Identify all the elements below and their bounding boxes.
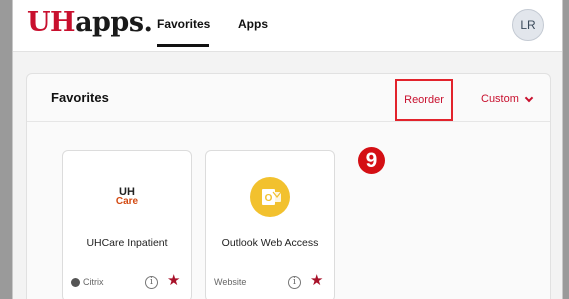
favorite-star-icon[interactable]: ★ — [167, 272, 180, 290]
app-tile-type: Website — [214, 277, 246, 287]
reorder-button-label: Reorder — [404, 94, 444, 106]
app-tile-type-label: Citrix — [83, 277, 104, 287]
chevron-down-icon — [524, 93, 534, 102]
uhapps-logo[interactable]: UHapps. — [27, 6, 153, 40]
info-icon[interactable]: i — [288, 276, 301, 289]
tab-favorites[interactable]: Favorites — [157, 17, 210, 31]
info-icon[interactable]: i — [145, 276, 158, 289]
top-navigation-bar: UHapps. Favorites Apps LR — [13, 0, 562, 52]
custom-sort-label: Custom — [481, 93, 519, 105]
app-tile-uhcare-inpatient[interactable]: UH Care UHCare Inpatient Citrix i ★ — [62, 150, 192, 299]
favorite-star-icon[interactable]: ★ — [310, 272, 323, 290]
favorites-panel-title: Favorites — [51, 90, 109, 105]
app-frame: UHapps. Favorites Apps LR Favorites Reor… — [12, 0, 563, 299]
active-tab-indicator — [157, 44, 209, 47]
citrix-icon — [71, 277, 80, 287]
app-tile-name: UHCare Inpatient — [86, 237, 168, 249]
app-tile-outlook-web-access[interactable]: O Outlook Web Access Website i ★ — [205, 150, 335, 299]
logo-apps-text: apps. — [75, 7, 153, 38]
app-tile-type: Citrix — [71, 277, 104, 287]
outlook-logo-icon: O — [249, 176, 291, 218]
app-tile-type-label: Website — [214, 277, 247, 287]
user-avatar[interactable]: LR — [512, 9, 544, 41]
favorites-panel: Favorites Reorder Custom UH Care UHCare … — [26, 73, 551, 299]
custom-sort-dropdown[interactable]: Custom — [481, 93, 534, 105]
step-number-badge: 9 — [358, 147, 385, 174]
favorites-panel-header: Favorites Reorder Custom — [27, 74, 550, 122]
svg-text:O: O — [265, 193, 273, 204]
reorder-button[interactable]: Reorder — [395, 79, 453, 121]
tab-apps[interactable]: Apps — [238, 17, 268, 31]
uhcare-logo-line2: Care — [115, 196, 139, 207]
app-tile-name: Outlook Web Access — [221, 237, 319, 249]
uhcare-logo: UH Care — [106, 176, 148, 218]
logo-uh-text: UH — [27, 7, 76, 38]
